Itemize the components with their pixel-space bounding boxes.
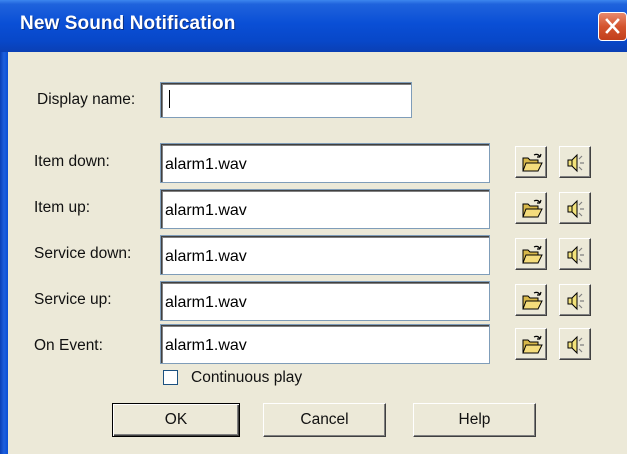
speaker-icon (567, 245, 584, 265)
open-folder-icon (522, 199, 543, 218)
open-folder-icon (522, 245, 543, 264)
open-folder-icon (522, 153, 543, 172)
item-up-play-button[interactable] (559, 192, 591, 224)
on-event-file-field[interactable] (160, 324, 490, 364)
on-event-browse-button[interactable] (515, 328, 547, 360)
speaker-icon (567, 335, 584, 355)
service-up-browse-button[interactable] (515, 284, 547, 316)
service-down-label: Service down: (34, 245, 132, 262)
window-frame-left (0, 52, 8, 454)
speaker-icon (567, 199, 584, 219)
open-folder-icon (522, 335, 543, 354)
service-up-label: Service up: (34, 291, 112, 308)
speaker-icon (567, 291, 584, 311)
ok-button[interactable]: OK (112, 403, 240, 437)
text-caret (169, 90, 170, 108)
on-event-label: On Event: (34, 337, 103, 354)
title-bar[interactable]: New Sound Notification (0, 0, 627, 52)
close-button[interactable] (598, 12, 627, 41)
continuous-play-label[interactable]: Continuous play (191, 369, 302, 387)
open-folder-icon (522, 291, 543, 310)
on-event-play-button[interactable] (559, 328, 591, 360)
item-up-label: Item up: (34, 199, 90, 216)
service-down-play-button[interactable] (559, 238, 591, 270)
item-down-browse-button[interactable] (515, 146, 547, 178)
service-down-file-field[interactable] (160, 235, 490, 275)
window-title: New Sound Notification (20, 13, 236, 34)
service-up-play-button[interactable] (559, 284, 591, 316)
close-icon (605, 18, 620, 34)
item-up-browse-button[interactable] (515, 192, 547, 224)
display-name-label: Display name: (37, 91, 136, 108)
display-name-input[interactable] (160, 82, 412, 118)
service-up-file-field[interactable] (160, 281, 490, 321)
cancel-button[interactable]: Cancel (263, 403, 386, 437)
item-down-file-field[interactable] (160, 143, 490, 183)
continuous-play-checkbox[interactable] (163, 370, 178, 385)
item-up-file-field[interactable] (160, 189, 490, 229)
help-button[interactable]: Help (413, 403, 536, 437)
speaker-icon (567, 153, 584, 173)
new-sound-notification-dialog: New Sound Notification Display name: Ite… (0, 0, 627, 454)
item-down-label: Item down: (34, 153, 110, 170)
service-down-browse-button[interactable] (515, 238, 547, 270)
item-down-play-button[interactable] (559, 146, 591, 178)
